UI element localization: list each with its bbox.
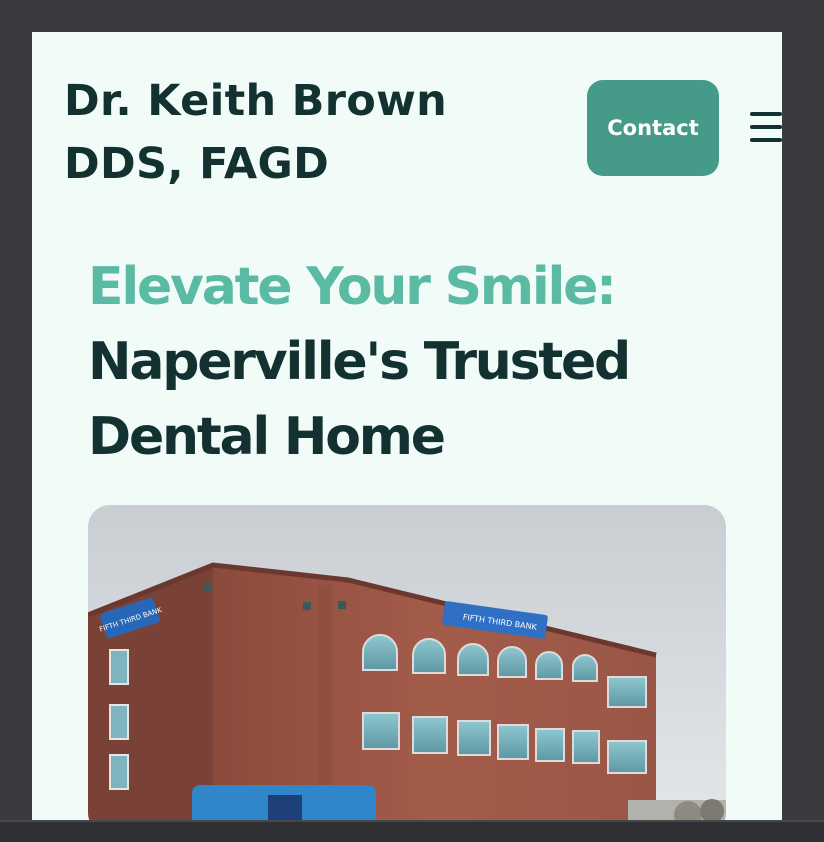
menu-bar-top [750,112,782,116]
site-header: Dr. Keith Brown DDS, FAGD Contact [64,70,782,190]
brand-line-1: Dr. Keith Brown [64,76,448,126]
hamburger-menu-icon[interactable] [750,112,782,142]
menu-bar-middle [750,125,782,129]
brand-line-2: DDS, FAGD [64,139,330,189]
hero-heading-accent: Elevate Your Smile: [88,257,617,317]
practice-name-logo[interactable]: Dr. Keith Brown DDS, FAGD [64,70,514,196]
toolbar-edge [0,820,824,822]
bottom-toolbar [0,820,824,842]
hero-heading-line-3: Dental Home [88,407,446,467]
hero-heading: Elevate Your Smile: Naperville's Trusted… [88,250,728,475]
browser-viewport: Dr. Keith Brown DDS, FAGD Contact Elevat… [32,32,782,820]
contact-button[interactable]: Contact [587,80,719,176]
building-illustration: FIFTH THIRD BANK FIFTH THIRD BANK [88,505,726,820]
hero-heading-line-2: Naperville's Trusted [88,332,631,392]
office-building-photo: FIFTH THIRD BANK FIFTH THIRD BANK [88,505,726,820]
menu-bar-bottom [750,138,782,142]
